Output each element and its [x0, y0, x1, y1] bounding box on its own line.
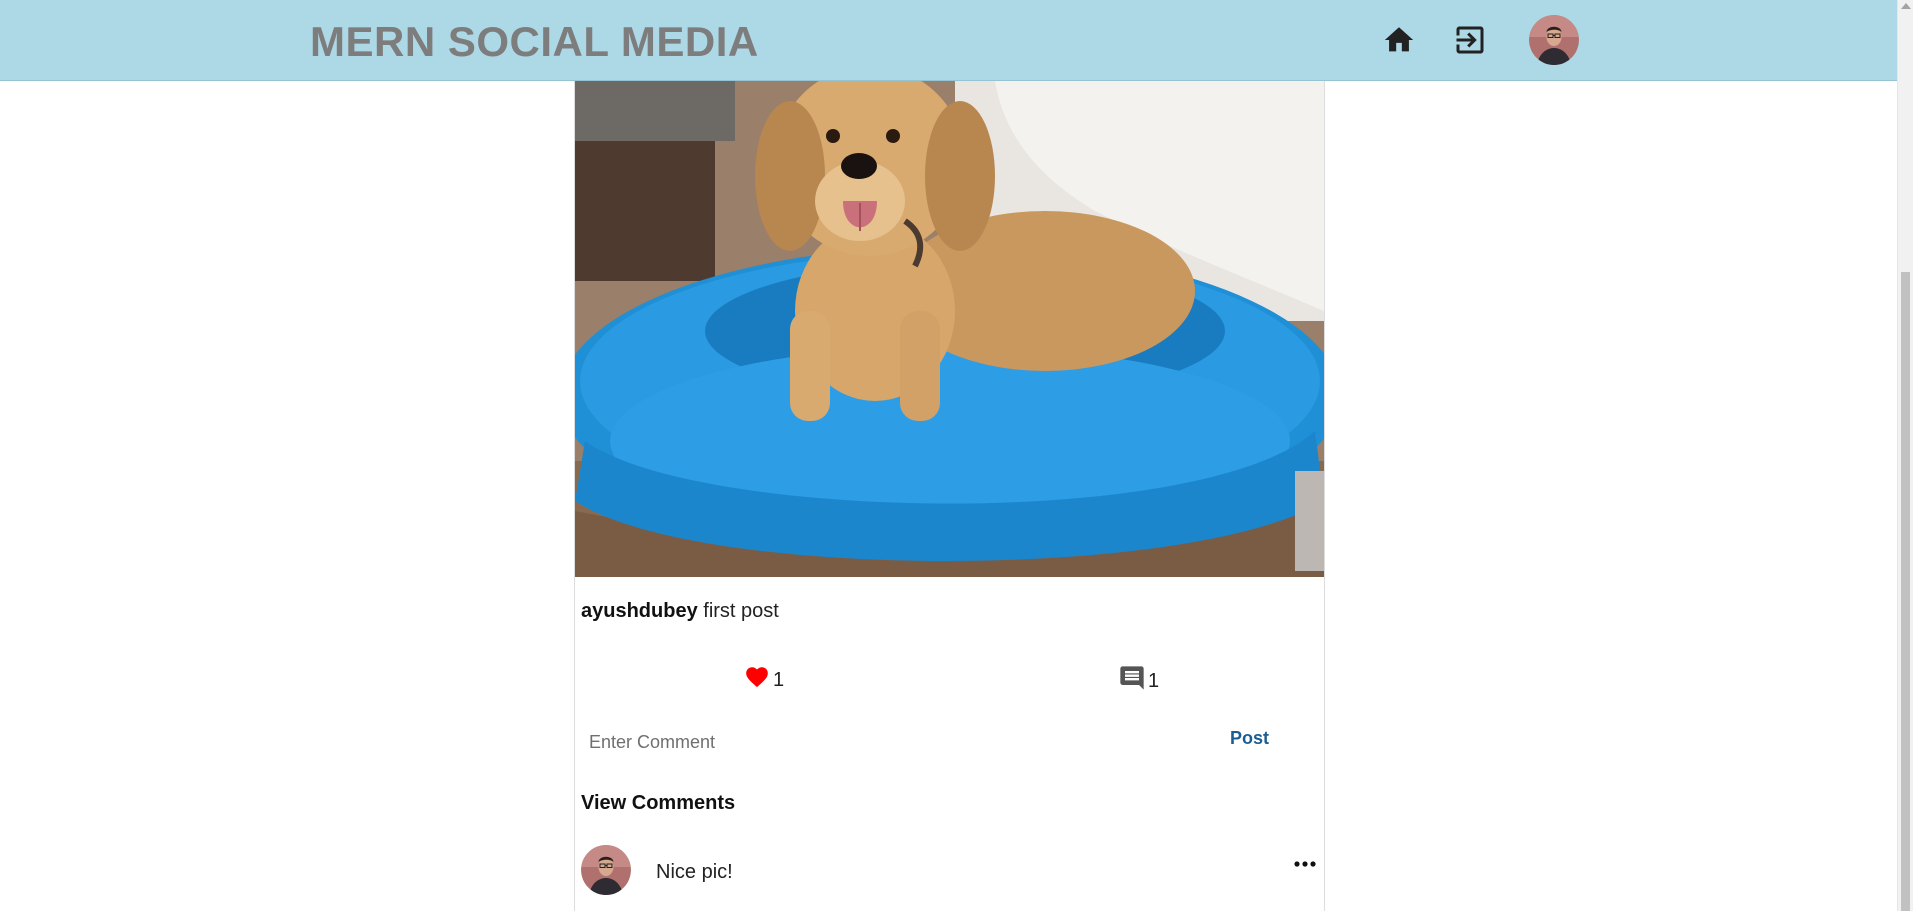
comments-toggle[interactable]: 1	[1118, 664, 1159, 698]
scroll-thumb[interactable]	[1901, 272, 1910, 911]
brand-title[interactable]: MERN SOCIAL MEDIA	[310, 18, 759, 66]
home-icon[interactable]	[1379, 20, 1419, 60]
post-caption-text: first post	[703, 600, 779, 622]
navbar: MERN SOCIAL MEDIA	[0, 0, 1897, 81]
like-count: 1	[773, 668, 785, 691]
scroll-up-arrow-icon[interactable]	[1901, 3, 1911, 9]
comment-count: 1	[1148, 669, 1160, 692]
post-comment-button[interactable]: Post	[1230, 728, 1269, 749]
comment-input[interactable]	[589, 724, 1189, 760]
like-button[interactable]: 1	[743, 664, 784, 696]
post-caption: ayushdubey first post	[581, 600, 779, 623]
post-image[interactable]	[575, 81, 1324, 577]
post-username[interactable]: ayushdubey	[581, 600, 698, 622]
comment-icon[interactable]	[1118, 664, 1146, 698]
view-comments-link[interactable]: View Comments	[581, 792, 735, 815]
heart-icon[interactable]	[743, 664, 771, 696]
page: MERN SOCIAL MEDIA ayushdubey first post …	[0, 0, 1913, 911]
logout-icon[interactable]	[1450, 20, 1490, 60]
user-avatar[interactable]	[1529, 15, 1579, 65]
comment-item: Nice pic!	[575, 842, 1324, 900]
comment-text: Nice pic!	[656, 861, 733, 883]
post-card: ayushdubey first post 1 1 Post View Comm…	[574, 0, 1325, 911]
more-options-icon[interactable]	[1290, 854, 1320, 874]
comment-avatar[interactable]	[581, 845, 631, 895]
page-scrollbar[interactable]	[1897, 0, 1913, 911]
